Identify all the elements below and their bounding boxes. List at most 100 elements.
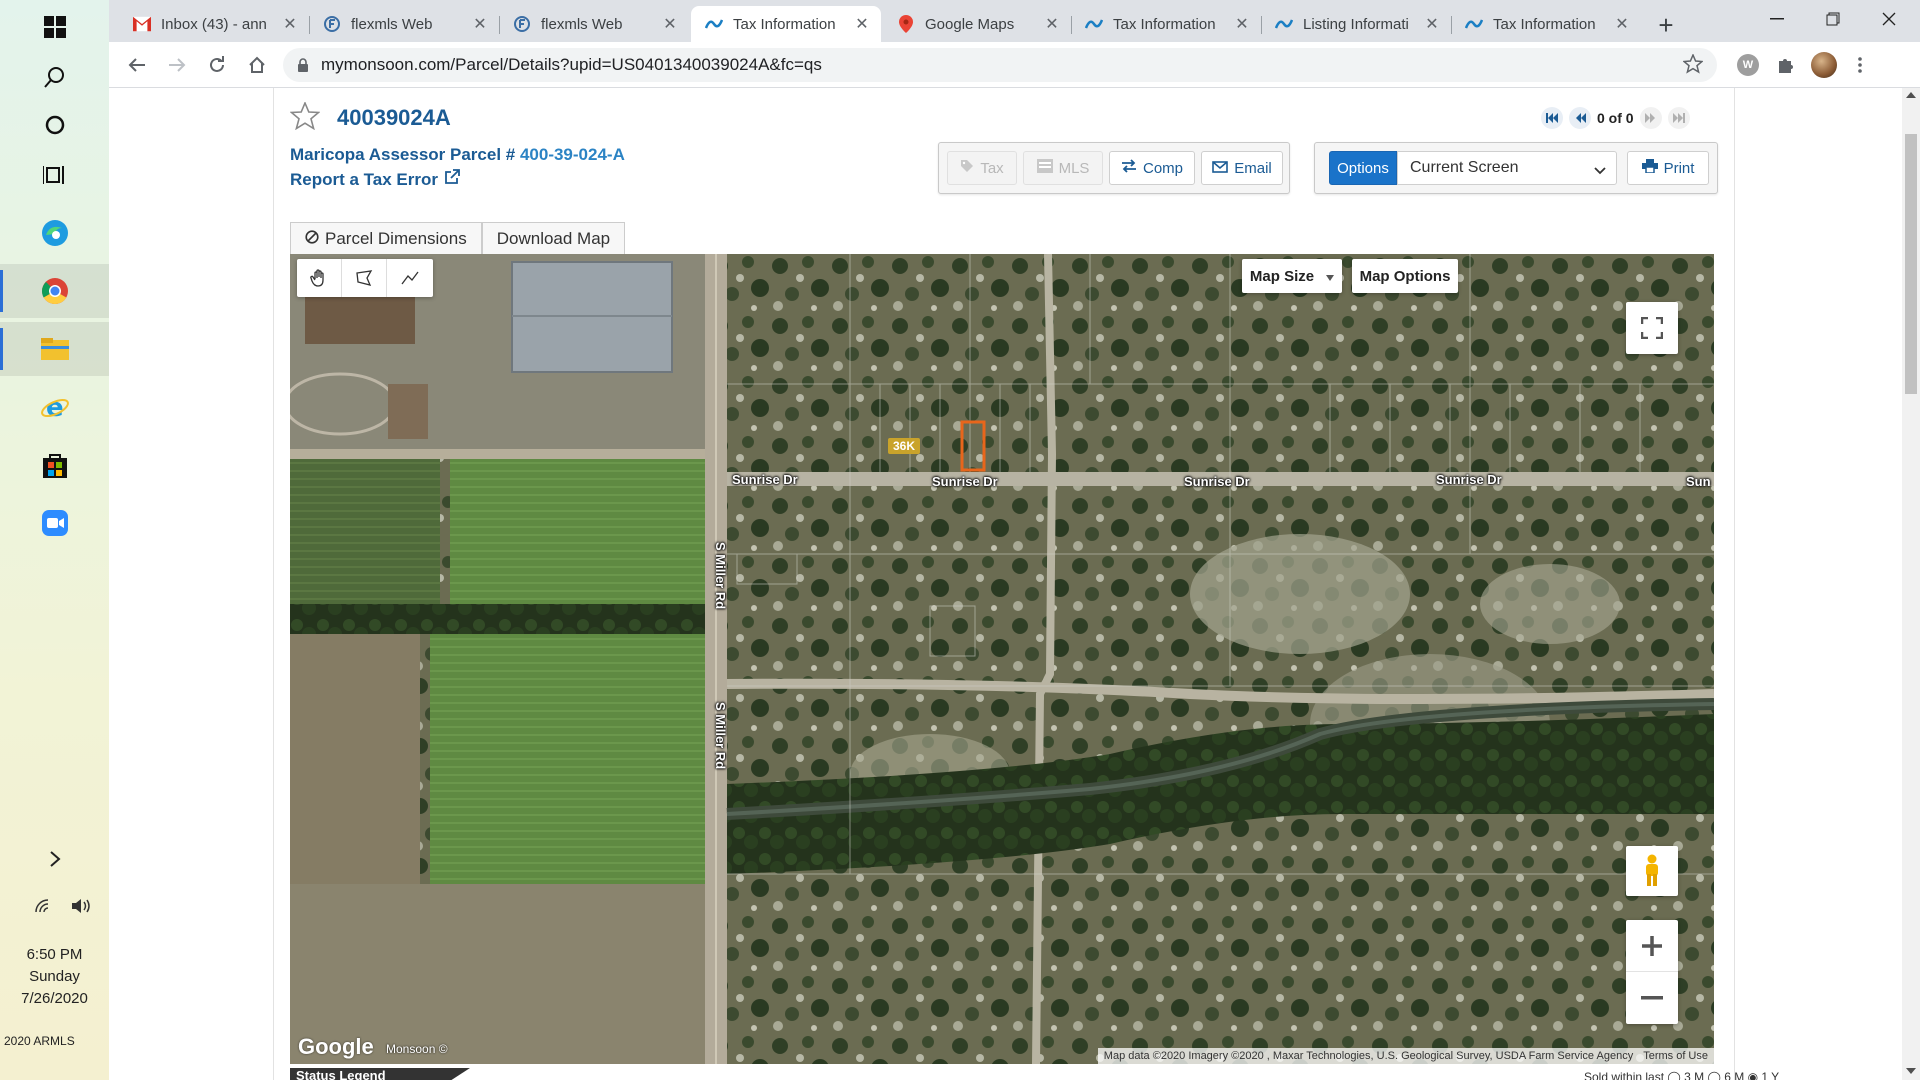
file-explorer-icon[interactable] <box>0 322 109 376</box>
listing-price-badge[interactable]: 36K <box>888 438 921 454</box>
new-tab-button[interactable]: + <box>1649 8 1683 42</box>
close-tab-icon[interactable]: ✕ <box>661 14 679 34</box>
taskbar-day[interactable]: Sunday <box>0 966 109 988</box>
volume-icon[interactable] <box>70 898 92 919</box>
browser-tab-flexmls-2[interactable]: flexmls Web ✕ <box>499 6 689 42</box>
fullscreen-icon[interactable] <box>1626 302 1678 354</box>
close-tab-icon[interactable]: ✕ <box>281 14 299 34</box>
chrome-menu-icon[interactable] <box>1845 50 1875 80</box>
windows-start-icon[interactable] <box>0 0 109 54</box>
status-legend-tab[interactable]: Status Legend <box>290 1068 470 1080</box>
close-tab-icon[interactable]: ✕ <box>1233 14 1251 34</box>
record-count: 0 of 0 <box>1597 110 1634 126</box>
road-label-sunrise-dr: Sunrise Dr <box>1436 472 1502 487</box>
address-bar[interactable]: mymonsoon.com/Parcel/Details?upid=US0401… <box>283 48 1717 82</box>
map-tab-bar: Parcel Dimensions Download Map <box>290 222 626 254</box>
minimize-window-icon[interactable] <box>1749 0 1805 38</box>
browser-tab-tax-information-3[interactable]: Tax Information ✕ <box>1451 6 1641 42</box>
browser-tab-tax-information-2[interactable]: Tax Information ✕ <box>1071 6 1262 42</box>
record-pager: 0 of 0 <box>1541 107 1690 129</box>
parcel-dimensions-label: Parcel Dimensions <box>325 228 467 248</box>
email-button[interactable]: Email <box>1201 151 1283 185</box>
taskbar-date[interactable]: 7/26/2020 <box>0 988 109 1010</box>
cortana-icon[interactable] <box>0 98 109 152</box>
assessor-parcel-number-link[interactable]: 400-39-024-A <box>520 145 625 164</box>
browser-chrome: Inbox (43) - ann ✕ flexmls Web ✕ flexmls… <box>109 0 1920 88</box>
flexmls-icon <box>323 15 341 33</box>
reload-icon[interactable] <box>201 49 233 81</box>
task-view-icon[interactable] <box>0 148 109 202</box>
scroll-down-arrow-icon[interactable] <box>1906 1068 1916 1074</box>
map-size-label: Map Size <box>1249 267 1315 285</box>
last-record-icon[interactable] <box>1667 107 1690 129</box>
scrollbar-thumb[interactable] <box>1905 134 1917 394</box>
action-button-group: Tax MLS Comp Email <box>938 142 1290 194</box>
monsoon-logo: Monsoon © <box>386 1042 448 1056</box>
sold-within-filter[interactable]: Sold within last ◯ 3 M ◯ 6 M ◉ 1 Y <box>1584 1070 1779 1080</box>
printer-icon <box>1641 159 1658 177</box>
print-button[interactable]: Print <box>1627 151 1709 185</box>
next-record-icon[interactable] <box>1639 107 1662 129</box>
polygon-tool-icon[interactable] <box>342 259 387 297</box>
close-tab-icon[interactable]: ✕ <box>1423 14 1441 34</box>
extensions-puzzle-icon[interactable] <box>1771 50 1801 80</box>
pan-hand-icon[interactable] <box>297 259 342 297</box>
close-tab-icon[interactable]: ✕ <box>853 14 871 34</box>
microsoft-store-icon[interactable] <box>0 438 109 492</box>
bookmark-star-icon[interactable] <box>1682 53 1704 79</box>
envelope-icon <box>1212 160 1229 177</box>
terms-of-use-link[interactable]: Terms of Use <box>1643 1050 1708 1062</box>
zoom-out-icon[interactable] <box>1626 972 1678 1024</box>
download-map-tab[interactable]: Download Map <box>481 222 626 254</box>
browser-tab-flexmls-1[interactable]: flexmls Web ✕ <box>309 6 500 42</box>
close-tab-icon[interactable]: ✕ <box>1613 14 1631 34</box>
home-icon[interactable] <box>241 49 273 81</box>
street-view-pegman-icon[interactable] <box>1626 846 1678 896</box>
road-label-s-miller-rd: S Miller Rd <box>713 542 728 610</box>
forward-arrow-icon[interactable] <box>161 49 193 81</box>
scroll-up-arrow-icon[interactable] <box>1906 92 1916 98</box>
taskbar-time[interactable]: 6:50 PM <box>0 944 109 966</box>
browser-tab-gmail[interactable]: Inbox (43) - ann ✕ <box>119 6 310 42</box>
close-tab-icon[interactable]: ✕ <box>471 14 489 34</box>
tax-button[interactable]: Tax <box>947 151 1017 185</box>
lock-icon[interactable] <box>297 57 309 77</box>
tab-strip: Inbox (43) - ann ✕ flexmls Web ✕ flexmls… <box>109 0 1920 42</box>
map-options-button[interactable]: Map Options <box>1352 259 1458 293</box>
previous-record-icon[interactable] <box>1569 107 1591 129</box>
line-tool-icon[interactable] <box>387 259 432 297</box>
chevron-down-icon <box>1594 162 1606 180</box>
assessor-parcel-line: Maricopa Assessor Parcel # 400-39-024-A <box>290 145 625 165</box>
options-select[interactable]: Current Screen <box>1397 151 1617 185</box>
chrome-icon[interactable] <box>0 264 109 318</box>
satellite-map[interactable]: Map Size Map Options Sunrise Dr Sunrise … <box>290 254 1714 1064</box>
edge-icon[interactable] <box>0 206 109 260</box>
browser-tab-tax-information-active[interactable]: Tax Information ✕ <box>691 6 881 42</box>
close-tab-icon[interactable]: ✕ <box>1043 14 1061 34</box>
options-selected-value: Current Screen <box>1410 159 1519 176</box>
search-icon[interactable] <box>0 50 109 104</box>
taskbar-notification-text[interactable]: 2020 ARMLS <box>4 1034 75 1048</box>
restore-window-icon[interactable] <box>1805 0 1861 38</box>
show-more-chevron-icon[interactable] <box>0 842 109 876</box>
extension-w-icon[interactable]: W <box>1733 50 1763 80</box>
monsoon-icon <box>1275 15 1293 33</box>
profile-avatar[interactable] <box>1809 50 1839 80</box>
zoom-in-icon[interactable] <box>1626 920 1678 972</box>
report-tax-error-link[interactable]: Report a Tax Error <box>290 169 460 190</box>
options-button[interactable]: Options <box>1329 151 1397 185</box>
map-size-dropdown[interactable]: Map Size <box>1242 259 1342 293</box>
page-scrollbar[interactable] <box>1902 88 1920 1080</box>
internet-explorer-icon[interactable]: e <box>0 380 109 434</box>
comp-button[interactable]: Comp <box>1109 151 1195 185</box>
parcel-dimensions-tab[interactable]: Parcel Dimensions <box>290 222 482 254</box>
zoom-icon[interactable] <box>0 496 109 550</box>
favorite-star-icon[interactable] <box>289 100 321 135</box>
mls-button[interactable]: MLS <box>1023 151 1103 185</box>
close-window-icon[interactable] <box>1861 0 1917 38</box>
browser-tab-google-maps[interactable]: Google Maps ✕ <box>883 6 1072 42</box>
network-icon[interactable] <box>34 898 54 919</box>
first-record-icon[interactable] <box>1541 107 1563 129</box>
back-arrow-icon[interactable] <box>121 49 153 81</box>
browser-tab-listing-information[interactable]: Listing Informati ✕ <box>1261 6 1452 42</box>
